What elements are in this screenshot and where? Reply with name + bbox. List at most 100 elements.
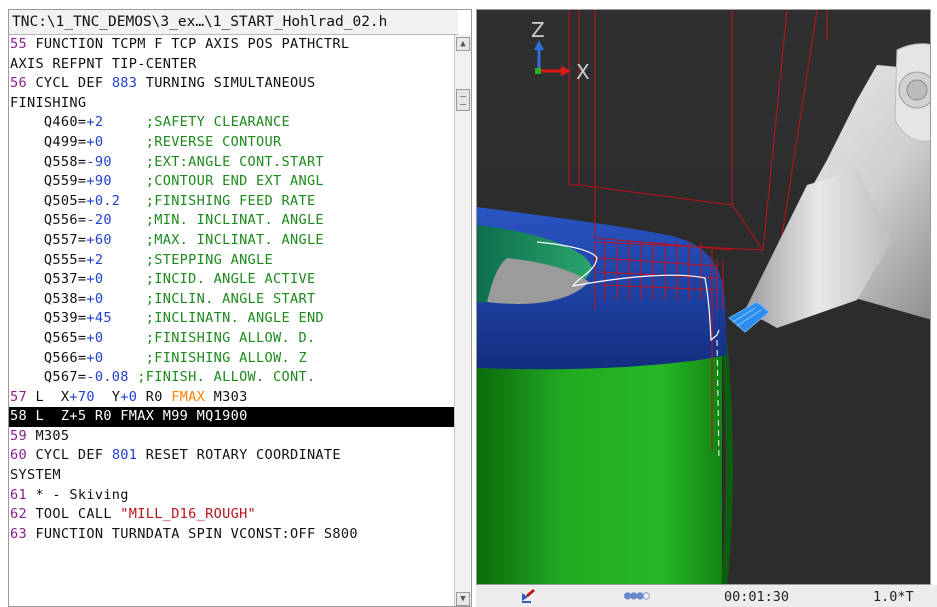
code-token: TURNING SIMULTANEOUS	[137, 75, 316, 92]
code-token: +2	[86, 251, 146, 268]
code-token: FUNCTION TCPM F TCP AXIS POS PATHCTRL	[26, 36, 350, 52]
code-token: CYCL DEF	[26, 447, 112, 464]
spindle-nut-inner	[906, 79, 928, 101]
simulation-view[interactable]: Z X	[476, 9, 931, 585]
code-token: FUNCTION TURNDATA SPIN VCONST:OFF S800	[26, 525, 358, 542]
code-token: FMAX	[171, 388, 206, 405]
code-token: +45	[86, 310, 146, 327]
code-token: ;INCLINATN. ANGLE END	[145, 310, 324, 327]
workpiece-green-edge	[721, 340, 733, 584]
simulation-panel: Z X ●●●○ 00:01:30 1.0*T	[476, 9, 937, 607]
code-token: +0	[86, 133, 146, 150]
program-editor: TNC:\1_TNC_DEMOS\3_ex…\1_START_Hohlrad_0…	[8, 9, 472, 607]
code-line[interactable]: FINISHING	[9, 94, 454, 114]
code-token: Q567=	[10, 369, 87, 386]
code-token: Q539=	[10, 310, 87, 327]
code-line[interactable]: 63 FUNCTION TURNDATA SPIN VCONST:OFF S80…	[9, 525, 454, 545]
line-number: 58	[10, 408, 27, 425]
code-line[interactable]: Q499=+0 ;REVERSE CONTOUR	[9, 133, 454, 153]
workpiece-green-body	[477, 340, 722, 584]
cursor-tool-icon[interactable]	[520, 587, 538, 607]
code-token: +60	[86, 231, 146, 248]
scroll-thumb[interactable]	[456, 89, 470, 111]
code-line[interactable]: Q559=+90 ;CONTOUR END EXT ANGL	[9, 172, 454, 192]
program-path: TNC:\1_TNC_DEMOS\3_ex…\1_START_Hohlrad_0…	[9, 10, 458, 35]
code-line[interactable]: Q505=+0.2 ;FINISHING FEED RATE	[9, 192, 454, 212]
code-line[interactable]: Q555=+2 ;STEPPING ANGLE	[9, 251, 454, 271]
code-token: ;CONTOUR END EXT ANGL	[145, 173, 324, 190]
code-token: Y	[94, 388, 121, 405]
scroll-down-button[interactable]: ▼	[456, 592, 470, 606]
code-line[interactable]: Q567=-0.08 ;FINISH. ALLOW. CONT.	[9, 368, 454, 388]
code-line[interactable]: 57 L X+70 Y+0 R0 FMAX M303	[9, 388, 454, 408]
code-token: Q460=	[10, 114, 87, 131]
line-number: 63	[10, 525, 27, 542]
simulation-scene	[477, 10, 930, 584]
line-number: 59	[10, 427, 27, 444]
sim-speed-factor[interactable]: 1.0*T	[873, 589, 914, 605]
simulation-status-bar: ●●●○ 00:01:30 1.0*T	[476, 585, 937, 607]
axis-x-label: X	[576, 60, 590, 84]
code-token: ;MAX. INCLINAT. ANGLE	[145, 231, 324, 248]
code-token: 883	[111, 75, 138, 92]
code-line[interactable]: 60 CYCL DEF 801 RESET ROTARY COORDINATE	[9, 446, 454, 466]
code-token: +70	[69, 388, 95, 405]
code-token: "MILL_D16_ROUGH"	[120, 506, 257, 523]
code-token: +0	[86, 290, 146, 307]
code-token: ;FINISHING ALLOW. Z	[145, 349, 307, 366]
code-token: AXIS REFPNT TIP-CENTER	[10, 55, 197, 72]
code-line[interactable]: AXIS REFPNT TIP-CENTER	[9, 55, 454, 75]
line-number: 55	[10, 36, 27, 52]
code-token: Q538=	[10, 290, 87, 307]
code-line[interactable]: Q557=+60 ;MAX. INCLINAT. ANGLE	[9, 231, 454, 251]
code-token: ;INCID. ANGLE ACTIVE	[145, 271, 316, 288]
code-token: ;SAFETY CLEARANCE	[145, 114, 290, 131]
code-token: Q558=	[10, 153, 87, 170]
line-number: 60	[10, 447, 27, 464]
code-token: +0	[86, 349, 146, 366]
program-code-list[interactable]: 55 FUNCTION TCPM F TCP AXIS POS PATHCTRL…	[9, 35, 454, 606]
code-line[interactable]: Q565=+0 ;FINISHING ALLOW. D.	[9, 329, 454, 349]
code-token: R0	[137, 388, 172, 405]
code-token: L Z+5 R0 FMAX M99 MQ1900	[26, 408, 248, 425]
code-token: SYSTEM	[10, 467, 61, 484]
code-line[interactable]: 62 TOOL CALL "MILL_D16_ROUGH"	[9, 505, 454, 525]
code-token: Q537=	[10, 271, 87, 288]
code-token: ;INCLIN. ANGLE START	[145, 290, 316, 307]
code-token: FINISHING	[10, 94, 87, 111]
code-line-selected[interactable]: 58 L Z+5 R0 FMAX M99 MQ1900	[9, 407, 454, 427]
code-token: ;MIN. INCLINAT. ANGLE	[145, 212, 324, 229]
scroll-up-button[interactable]: ▲	[456, 37, 470, 51]
code-token: ;STEPPING ANGLE	[145, 251, 274, 268]
code-line[interactable]: Q538=+0 ;INCLIN. ANGLE START	[9, 290, 454, 310]
code-line[interactable]: 59 M305	[9, 427, 454, 447]
editor-scrollbar[interactable]: ▲ ▼	[454, 35, 471, 606]
code-token: M303	[205, 388, 248, 405]
code-token: +0.2	[86, 192, 146, 209]
cutting-insert	[728, 301, 770, 333]
axis-z-label: Z	[531, 18, 545, 42]
code-token: ;FINISH. ALLOW. CONT.	[137, 369, 316, 386]
code-line[interactable]: 55 FUNCTION TCPM F TCP AXIS POS PATHCTRL	[9, 35, 454, 55]
code-token: +0	[86, 329, 146, 346]
code-token: ;FINISHING ALLOW. D.	[145, 329, 316, 346]
code-line[interactable]: Q566=+0 ;FINISHING ALLOW. Z	[9, 349, 454, 369]
code-token: Q556=	[10, 212, 87, 229]
code-token: Q555=	[10, 251, 87, 268]
code-line[interactable]: Q460=+2 ;SAFETY CLEARANCE	[9, 113, 454, 133]
code-line[interactable]: Q558=-90 ;EXT:ANGLE CONT.START	[9, 153, 454, 173]
code-line[interactable]: Q537=+0 ;INCID. ANGLE ACTIVE	[9, 270, 454, 290]
code-token: TOOL CALL	[26, 506, 121, 523]
code-line[interactable]: 56 CYCL DEF 883 TURNING SIMULTANEOUS	[9, 74, 454, 94]
code-line[interactable]: Q556=-20 ;MIN. INCLINAT. ANGLE	[9, 211, 454, 231]
line-number: 62	[10, 506, 27, 523]
code-token: Q499=	[10, 133, 87, 150]
code-token: * - Skiving	[26, 486, 129, 503]
code-token: ;REVERSE CONTOUR	[145, 133, 282, 150]
line-number: 56	[10, 75, 27, 92]
code-line[interactable]: Q539=+45 ;INCLINATN. ANGLE END	[9, 309, 454, 329]
code-token: +0	[120, 388, 138, 405]
code-token: Q559=	[10, 173, 87, 190]
code-line[interactable]: 61 * - Skiving	[9, 486, 454, 506]
code-line[interactable]: SYSTEM	[9, 466, 454, 486]
